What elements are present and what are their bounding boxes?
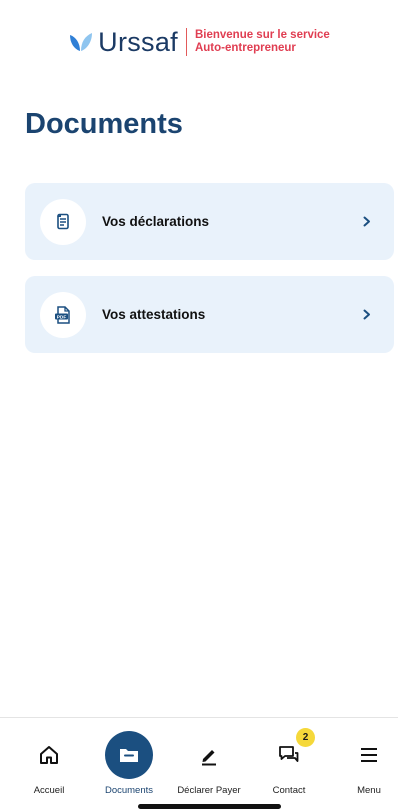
urssaf-leaf-icon [68, 31, 94, 53]
bottom-navigation: Accueil Documents Déclarer Payer 2 Conta… [0, 717, 398, 812]
pdf-file-icon: PDF [40, 291, 86, 338]
nav-item-documents[interactable]: Documents [89, 718, 169, 796]
home-icon [38, 730, 60, 780]
nav-label-documents: Documents [104, 785, 154, 796]
nav-label-menu: Menu [357, 785, 381, 796]
header-divider [185, 28, 187, 56]
nav-item-contact[interactable]: 2 Contact [249, 718, 329, 796]
nav-label-declarer-payer: Déclarer Payer [177, 785, 241, 796]
tagline-line-2: Auto-entrepreneur [194, 42, 296, 54]
nav-item-menu[interactable]: Menu [329, 718, 398, 796]
hamburger-menu-icon [359, 730, 379, 780]
nav-label-contact: Contact [272, 785, 306, 796]
nav-label-accueil: Accueil [33, 785, 65, 796]
nav-item-declarer-payer[interactable]: Déclarer Payer [169, 718, 249, 796]
declarations-label: Vos déclarations [102, 214, 210, 229]
tagline-line-1: Bienvenue sur le service [194, 29, 330, 41]
app-header: Urssaf Bienvenue sur le service Auto-ent… [0, 22, 398, 62]
nav-item-accueil[interactable]: Accueil [9, 718, 89, 796]
page-title: Documents [25, 108, 183, 140]
chevron-right-icon [362, 309, 372, 321]
attestations-label: Vos attestations [102, 307, 206, 322]
declarations-card[interactable]: Vos déclarations [25, 183, 394, 260]
svg-text:PDF: PDF [57, 314, 67, 320]
folder-icon [105, 731, 153, 779]
notification-badge: 2 [296, 728, 315, 747]
chevron-right-icon [362, 216, 372, 228]
header-tagline: Bienvenue sur le service Auto-entreprene… [195, 29, 330, 55]
brand-name: Urssaf [98, 26, 178, 57]
home-indicator[interactable] [138, 804, 281, 809]
nav-active-indicator [105, 730, 153, 780]
pen-icon [198, 730, 220, 780]
attestations-card[interactable]: PDF Vos attestations [25, 276, 394, 353]
declaration-document-icon [40, 198, 86, 245]
